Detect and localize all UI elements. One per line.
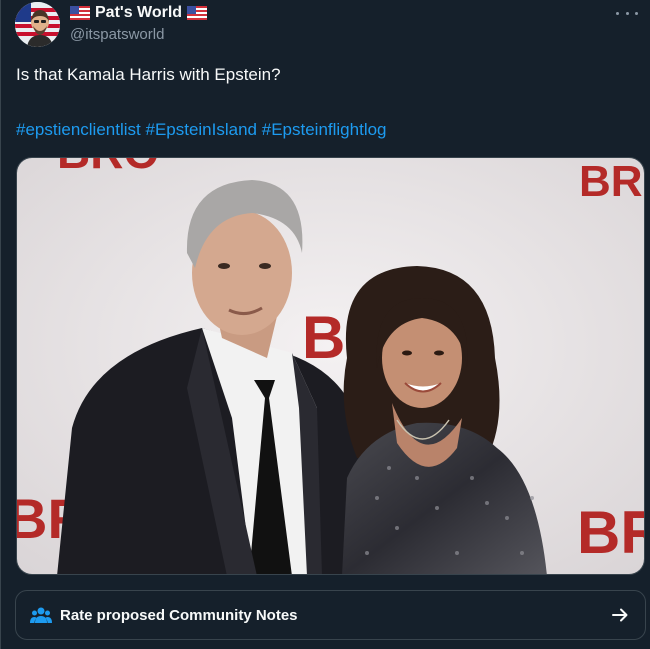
hashtag-link[interactable]: #EpsteinIsland — [145, 120, 257, 139]
tweet[interactable]: Pat's World @itspatsworld Is that Kamala… — [0, 0, 650, 649]
community-notes-label: Rate proposed Community Notes — [60, 606, 298, 624]
more-horizontal-icon[interactable] — [616, 6, 638, 20]
display-name: Pat's World — [95, 4, 183, 21]
display-name-row[interactable]: Pat's World — [70, 3, 208, 23]
people-icon — [30, 607, 52, 623]
tweet-photo[interactable]: BRO BR BRO BRO BR — [16, 157, 645, 575]
hashtags: #epstienclientlist #EpsteinIsland #Epste… — [16, 120, 387, 140]
backdrop-text-top: BRO — [57, 158, 159, 178]
photo-illustration: BRO BR BRO BRO BR — [17, 158, 645, 574]
tweet-text: Is that Kamala Harris with Epstein? — [16, 65, 281, 84]
backdrop-text-right-bottom: BR — [577, 499, 645, 566]
hashtag-link[interactable]: #epstienclientlist — [16, 120, 141, 139]
avatar-image — [15, 2, 60, 47]
us-flag-icon — [187, 6, 208, 20]
user-handle[interactable]: @itspatsworld — [70, 26, 164, 43]
community-notes-button[interactable]: Rate proposed Community Notes — [15, 590, 646, 640]
avatar[interactable] — [15, 2, 60, 47]
hashtag-link[interactable]: #Epsteinflightlog — [262, 120, 387, 139]
us-flag-icon — [70, 6, 90, 20]
backdrop-text-right-top: BR — [579, 158, 643, 206]
arrow-right-icon — [612, 608, 628, 622]
